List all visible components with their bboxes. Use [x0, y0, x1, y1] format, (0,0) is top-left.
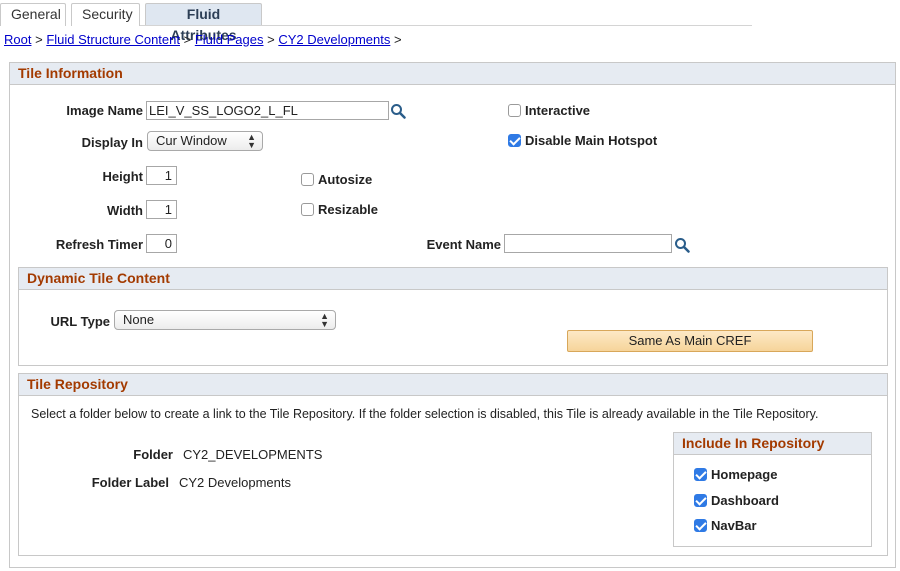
- breadcrumb-fluid-pages[interactable]: Fluid Pages: [195, 32, 264, 47]
- same-as-main-cref-button[interactable]: Same As Main CREF: [567, 330, 813, 352]
- width-label: Width: [107, 203, 143, 218]
- refresh-timer-field[interactable]: 0: [146, 234, 177, 253]
- navbar-label: NavBar: [711, 518, 757, 533]
- breadcrumb-fluid-structure-content[interactable]: Fluid Structure Content: [46, 32, 180, 47]
- homepage-checkbox[interactable]: [694, 468, 707, 481]
- tab-divider: [140, 25, 752, 26]
- select-arrows-icon: ▲ ▼: [247, 132, 256, 150]
- tab-general[interactable]: General: [0, 3, 66, 26]
- url-type-label: URL Type: [50, 314, 110, 329]
- breadcrumb-separator: >: [267, 32, 275, 47]
- url-type-select[interactable]: None ▲ ▼: [114, 310, 336, 330]
- folder-label-value: CY2 Developments: [179, 475, 291, 490]
- event-name-lookup-icon[interactable]: [674, 237, 690, 253]
- breadcrumb-separator: >: [393, 32, 402, 47]
- folder-value: CY2_DEVELOPMENTS: [183, 447, 323, 462]
- disable-main-hotspot-checkbox[interactable]: [508, 134, 521, 147]
- tile-information-header: Tile Information: [10, 63, 895, 85]
- interactive-checkbox[interactable]: [508, 104, 521, 117]
- disable-main-hotspot-label: Disable Main Hotspot: [525, 133, 658, 148]
- folder-label: Folder: [133, 447, 173, 462]
- event-name-field[interactable]: [504, 234, 672, 253]
- width-field[interactable]: 1: [146, 200, 177, 219]
- image-name-label: Image Name: [66, 103, 143, 118]
- image-name-field[interactable]: LEI_V_SS_LOGO2_L_FL: [146, 101, 389, 120]
- display-in-select[interactable]: Cur Window ▲ ▼: [147, 131, 263, 151]
- display-in-label: Display In: [81, 135, 143, 150]
- dynamic-tile-content-header: Dynamic Tile Content: [19, 268, 887, 290]
- select-arrows-icon: ▲ ▼: [320, 311, 329, 329]
- image-name-lookup-icon[interactable]: [390, 103, 406, 119]
- height-field[interactable]: 1: [146, 166, 177, 185]
- refresh-timer-label: Refresh Timer: [55, 237, 143, 252]
- height-label: Height: [102, 169, 143, 184]
- resizable-checkbox[interactable]: [301, 203, 314, 216]
- breadcrumb-separator: >: [35, 32, 43, 47]
- navbar-checkbox[interactable]: [694, 519, 707, 532]
- interactive-label: Interactive: [525, 103, 591, 118]
- url-type-value: None: [123, 312, 155, 327]
- tile-repository-info-text: Select a folder below to create a link t…: [31, 407, 819, 421]
- autosize-label: Autosize: [318, 172, 373, 187]
- resizable-label: Resizable: [318, 202, 378, 217]
- folder-label-label: Folder Label: [91, 475, 169, 490]
- breadcrumb: Root > Fluid Structure Content > Fluid P…: [4, 32, 402, 47]
- breadcrumb-cy2-developments[interactable]: CY2 Developments: [278, 32, 390, 47]
- dashboard-label: Dashboard: [711, 493, 779, 508]
- dashboard-checkbox[interactable]: [694, 494, 707, 507]
- tab-security[interactable]: Security: [71, 3, 140, 26]
- autosize-checkbox[interactable]: [301, 173, 314, 186]
- display-in-value: Cur Window: [156, 133, 227, 148]
- event-name-label: Event Name: [426, 237, 501, 252]
- tile-repository-header: Tile Repository: [19, 374, 887, 396]
- tab-fluid-attributes[interactable]: Fluid Attributes: [145, 3, 262, 43]
- homepage-label: Homepage: [711, 467, 778, 482]
- breadcrumb-separator: >: [183, 32, 192, 47]
- breadcrumb-root[interactable]: Root: [4, 32, 31, 47]
- include-in-repository-header: Include In Repository: [674, 433, 871, 455]
